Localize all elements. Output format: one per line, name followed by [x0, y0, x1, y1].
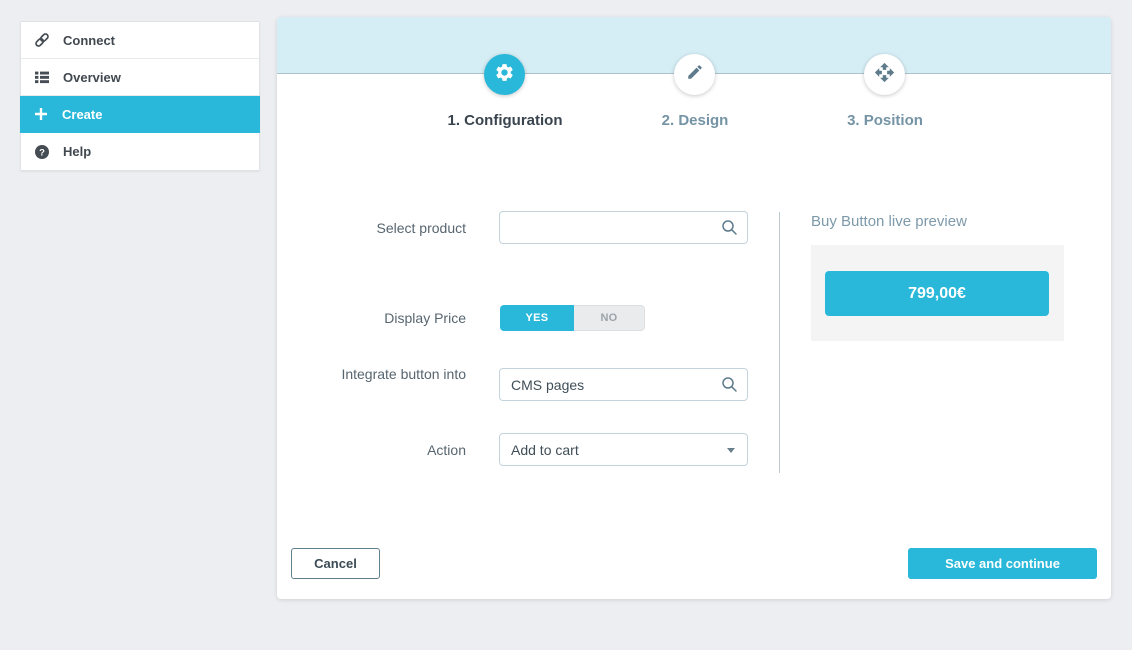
main-panel: 1. Configuration 2. Design 3. Position S… [277, 17, 1111, 599]
svg-text:?: ? [39, 147, 45, 158]
display-price-label: Display Price [318, 309, 466, 328]
gear-icon [494, 62, 515, 88]
search-icon[interactable] [721, 219, 738, 236]
sidebar-item-help[interactable]: ? Help [21, 133, 259, 170]
pencil-icon [686, 63, 704, 86]
cancel-button[interactable]: Cancel [291, 548, 380, 579]
sidebar-item-create[interactable]: Create [20, 96, 260, 133]
plus-icon [33, 106, 49, 122]
move-icon [874, 62, 895, 88]
integrate-into-label: Integrate button into [340, 365, 466, 384]
integrate-into-field-wrap [499, 368, 748, 401]
integrate-into-input[interactable] [499, 368, 748, 401]
step-1-configuration-circle[interactable] [484, 54, 525, 95]
select-product-input[interactable] [499, 211, 748, 244]
sidebar-item-label: Create [62, 107, 102, 122]
action-dropdown[interactable]: Add to cart [499, 433, 748, 466]
step-2-design-label[interactable]: 2. Design [595, 112, 795, 129]
list-icon [34, 69, 50, 85]
sidebar-item-label: Help [63, 144, 91, 159]
link-icon [34, 32, 50, 48]
step-2-design-circle[interactable] [674, 54, 715, 95]
buy-button-preview[interactable]: 799,00€ [825, 271, 1049, 316]
step-1-configuration-label[interactable]: 1. Configuration [405, 112, 605, 129]
display-price-yes-option[interactable]: YES [500, 305, 574, 331]
action-dropdown-value: Add to cart [511, 442, 579, 458]
action-label: Action [318, 441, 466, 460]
live-preview-box: 799,00€ [811, 245, 1064, 341]
live-preview-title: Buy Button live preview [811, 213, 967, 230]
select-product-label: Select product [318, 219, 466, 238]
step-3-position-circle[interactable] [864, 54, 905, 95]
display-price-toggle: YES NO [500, 305, 645, 331]
sidebar-item-connect[interactable]: Connect [21, 22, 259, 59]
sidebar: Connect Overview Create ? Help [20, 21, 260, 171]
chevron-down-icon [727, 448, 735, 453]
sidebar-item-label: Connect [63, 33, 115, 48]
sidebar-item-overview[interactable]: Overview [21, 59, 259, 96]
save-and-continue-button[interactable]: Save and continue [908, 548, 1097, 579]
form-preview-divider [779, 212, 780, 473]
step-3-position-label[interactable]: 3. Position [785, 112, 985, 129]
question-circle-icon: ? [34, 144, 50, 160]
select-product-field-wrap [499, 211, 748, 244]
search-icon[interactable] [721, 376, 738, 393]
display-price-no-option[interactable]: NO [574, 305, 645, 331]
sidebar-item-label: Overview [63, 70, 121, 85]
